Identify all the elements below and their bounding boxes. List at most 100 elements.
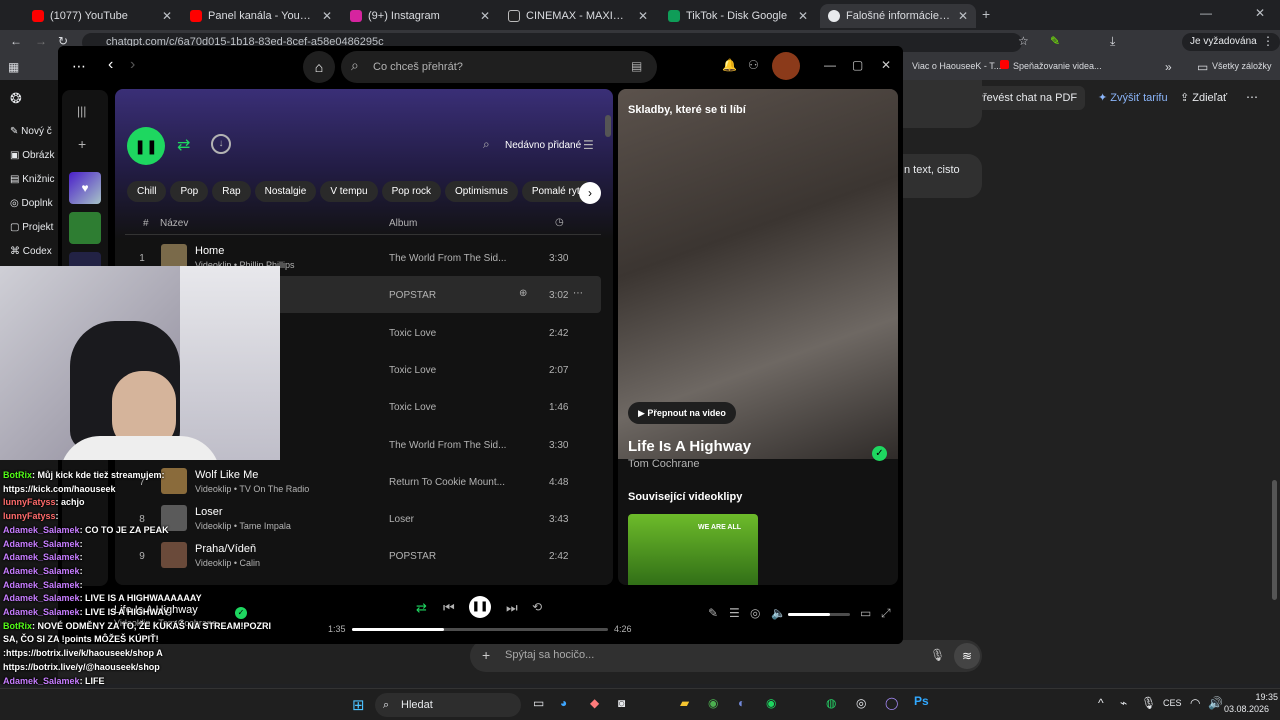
- liked-check-icon[interactable]: ✓: [872, 446, 887, 461]
- repeat-icon[interactable]: ⟲: [532, 600, 542, 614]
- avatar[interactable]: [772, 52, 800, 80]
- tab-tiktok[interactable]: TikTok - Disk Google ✕: [660, 4, 816, 28]
- more-options-icon[interactable]: ⋯: [1246, 90, 1258, 104]
- next-icon[interactable]: ⏭: [506, 600, 518, 616]
- sidebar-item-images[interactable]: ▣ Obrázk: [10, 150, 54, 161]
- microphone-icon[interactable]: 🎙: [1141, 696, 1156, 710]
- back-icon[interactable]: ←: [10, 34, 22, 48]
- minimize-button[interactable]: —: [824, 58, 836, 72]
- chip-slow-rhythms[interactable]: Pomalé rytmy: [521, 181, 587, 202]
- upgrade-link[interactable]: ✦ Zvýšiť tarifu: [1098, 91, 1168, 104]
- sidebar-item-library[interactable]: ▤ Knižnic: [10, 174, 54, 185]
- library-icon[interactable]: |||: [77, 104, 86, 118]
- apps-icon[interactable]: ▦: [8, 60, 19, 74]
- sort-dropdown[interactable]: Nedávno přidané: [505, 140, 581, 151]
- mini-player-icon[interactable]: ▭: [860, 606, 871, 620]
- chip-chill[interactable]: Chill: [127, 181, 167, 202]
- track-album[interactable]: Toxic Love: [389, 402, 509, 413]
- switch-to-video-button[interactable]: ▶ Přepnout na video: [628, 402, 736, 424]
- playlist-cover[interactable]: [69, 212, 101, 244]
- more-options-icon[interactable]: ⋯: [573, 288, 583, 299]
- previous-icon[interactable]: ⏮: [443, 600, 455, 616]
- download-icon[interactable]: ⤓: [1110, 34, 1115, 49]
- home-icon[interactable]: ⌂: [303, 51, 335, 83]
- more-bookmarks-icon[interactable]: »: [1165, 60, 1172, 74]
- now-playing-view-icon[interactable]: ✎: [708, 606, 718, 620]
- task-view-icon[interactable]: ▭: [533, 696, 544, 710]
- queue-icon[interactable]: ☰: [729, 606, 740, 620]
- scrollbar[interactable]: [605, 115, 611, 137]
- start-icon[interactable]: ⊞: [352, 696, 365, 714]
- volume-slider[interactable]: [788, 613, 850, 616]
- forward-icon[interactable]: →: [35, 34, 47, 48]
- sidebar-item-new-chat[interactable]: ✎ Nový č: [10, 126, 52, 137]
- taskbar-search[interactable]: ⌕ Hledat: [375, 693, 521, 717]
- chat-input[interactable]: + Spýtaj sa hocičo... 🎙 ≋: [470, 640, 982, 672]
- plus-icon[interactable]: +: [482, 647, 490, 663]
- shuffle-icon[interactable]: ⇄: [416, 600, 427, 616]
- chip-optimism[interactable]: Optimismus: [445, 181, 518, 202]
- all-bookmarks[interactable]: Všetky záložky: [1212, 61, 1272, 71]
- close-icon[interactable]: ✕: [638, 9, 648, 23]
- pause-button[interactable]: ❚❚: [127, 127, 165, 165]
- bookmark-star-icon[interactable]: ☆: [1018, 34, 1029, 48]
- clock-time[interactable]: 19:35: [1238, 692, 1278, 702]
- page-scrollbar[interactable]: [1272, 480, 1277, 600]
- chip-tempo[interactable]: V tempu: [320, 181, 378, 202]
- forward-icon[interactable]: ›: [130, 56, 135, 74]
- file-explorer-icon[interactable]: ▰: [680, 696, 689, 710]
- track-title[interactable]: Home: [195, 245, 224, 257]
- discord-icon[interactable]: ◐: [738, 696, 745, 710]
- close-window-button[interactable]: ✕: [881, 58, 891, 72]
- shuffle-icon[interactable]: ⇄: [177, 135, 190, 155]
- app-icon[interactable]: ◯: [885, 696, 898, 710]
- download-icon[interactable]: ↓: [211, 134, 231, 154]
- chip-pop[interactable]: Pop: [170, 181, 209, 202]
- chip-pop-rock[interactable]: Pop rock: [381, 181, 442, 202]
- liked-songs-icon[interactable]: ♥: [69, 172, 101, 204]
- close-icon[interactable]: ✕: [162, 9, 172, 23]
- wifi-icon[interactable]: ◠: [1190, 696, 1200, 710]
- close-icon[interactable]: ✕: [798, 9, 808, 23]
- track-album[interactable]: POPSTAR: [389, 551, 509, 562]
- track-album[interactable]: Toxic Love: [389, 365, 509, 376]
- related-video-thumbnail[interactable]: WE ARE ALL: [628, 514, 758, 585]
- progress-bar[interactable]: [352, 628, 608, 631]
- volume-icon[interactable]: 🔈: [771, 606, 786, 620]
- photoshop-icon[interactable]: Ps: [914, 694, 929, 708]
- track-album[interactable]: The World From The Sid...: [389, 253, 509, 264]
- track-album[interactable]: The World From The Sid...: [389, 440, 509, 451]
- create-playlist-icon[interactable]: +: [78, 136, 86, 152]
- bookmark-haouseek[interactable]: Viac o HaouseeK - T...: [912, 61, 1001, 71]
- now-playing-title[interactable]: Life Is A Highway: [628, 438, 751, 455]
- maximize-button[interactable]: ▢: [852, 58, 863, 72]
- extension-icon[interactable]: ✎: [1050, 34, 1060, 48]
- list-view-icon[interactable]: ☰: [583, 138, 594, 152]
- new-tab-button[interactable]: +: [982, 6, 990, 22]
- track-album[interactable]: Return To Cookie Mount...: [389, 477, 509, 488]
- chips-next-button[interactable]: ›: [579, 182, 601, 204]
- sidebar-item-projects[interactable]: ▢ Projekt: [10, 222, 53, 233]
- tab-chatgpt[interactable]: Falošné informácie o smrti✕: [820, 4, 976, 28]
- chip-nostalgia[interactable]: Nostalgie: [254, 181, 317, 202]
- microphone-icon[interactable]: 🎙: [930, 648, 945, 662]
- chrome-icon[interactable]: ◉: [708, 696, 718, 710]
- search-icon[interactable]: ⌕: [483, 137, 490, 152]
- network-icon[interactable]: ⌁: [1120, 696, 1127, 710]
- now-playing-artist[interactable]: Tom Cochrane: [628, 458, 700, 470]
- chip-rap[interactable]: Rap: [212, 181, 251, 202]
- tab-youtube-studio[interactable]: Panel kanála - YouTube Studio✕: [182, 4, 340, 28]
- spotify-menu-icon[interactable]: ⋯: [72, 58, 86, 75]
- fullscreen-icon[interactable]: ⤢: [881, 606, 891, 621]
- language-indicator[interactable]: CES: [1163, 698, 1182, 708]
- copilot-icon[interactable]: ◆: [590, 696, 599, 710]
- obs-icon[interactable]: ◎: [856, 696, 866, 710]
- close-icon[interactable]: ✕: [958, 9, 968, 23]
- back-icon[interactable]: ‹: [108, 56, 113, 74]
- track-album[interactable]: Toxic Love: [389, 328, 509, 339]
- close-icon[interactable]: ✕: [322, 9, 332, 23]
- app-icon[interactable]: ◙: [618, 696, 625, 710]
- tab-cinemax[interactable]: CINEMAX - MAXIMÁLNY FILMO✕: [500, 4, 656, 28]
- share-button[interactable]: ⇪ Zdieľať: [1180, 91, 1227, 104]
- speaker-icon[interactable]: 🔊: [1208, 696, 1223, 710]
